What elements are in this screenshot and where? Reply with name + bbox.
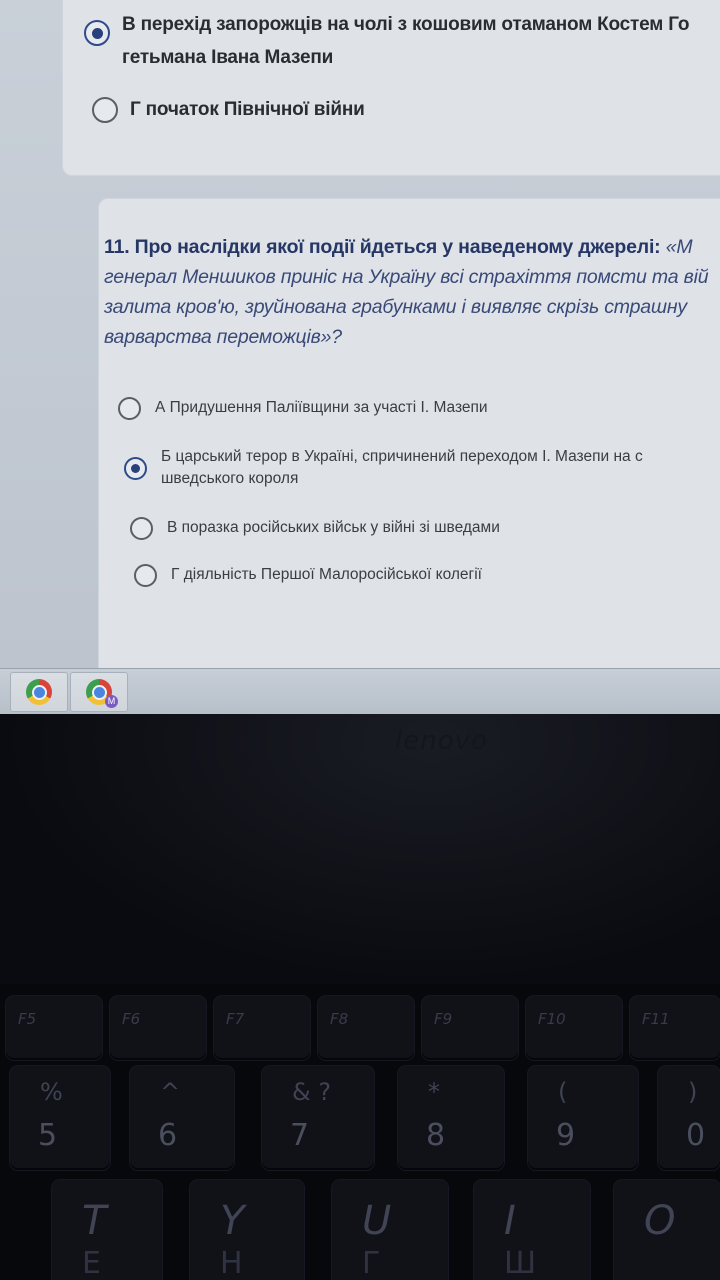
key-f10: F10 (526, 996, 622, 1060)
key-t: TЕ (52, 1180, 162, 1280)
key-7: & ? 7 (262, 1066, 374, 1170)
q11-option-b[interactable]: Б царський терор в Україні, спричинений … (124, 446, 720, 490)
key-o: O (614, 1180, 720, 1280)
key-f11: F11 (630, 996, 720, 1060)
radio-empty-icon[interactable] (134, 564, 157, 587)
key-0: ) 0 (658, 1066, 720, 1170)
radio-selected-icon[interactable] (124, 457, 147, 480)
key-u: UГ (332, 1180, 448, 1280)
key-6: ^ 6 (130, 1066, 234, 1170)
prev-option-g-label: Г початок Північної війни (130, 99, 365, 120)
key-9: (9 (528, 1066, 638, 1170)
q11-option-a[interactable]: А Придушення Паліївщини за участі І. Маз… (118, 397, 488, 420)
question-11-text: 11. Про наслідки якої події йдеться у на… (104, 232, 720, 352)
key-f7: F7 (214, 996, 310, 1060)
key-8: * 8 (398, 1066, 504, 1170)
prev-option-v[interactable]: В перехід запорожців на чолі з кошовим о… (84, 8, 720, 74)
chrome-icon (26, 679, 52, 705)
key-y: YН (190, 1180, 304, 1280)
question-11-quote-start: «М (665, 236, 693, 258)
taskbar-chrome-button[interactable] (10, 672, 68, 712)
key-f5: F5 (6, 996, 102, 1060)
laptop-bezel (0, 714, 720, 984)
key-f6: F6 (110, 996, 206, 1060)
radio-empty-icon[interactable] (118, 397, 141, 420)
prev-option-v-label: В перехід запорожців на чолі з кошовим о… (122, 14, 690, 35)
question-11-lead: 11. Про наслідки якої події йдеться у на… (104, 236, 661, 258)
q11-option-v[interactable]: В поразка російських військ у війні зі ш… (130, 517, 500, 540)
q11-option-g-label: Г діяльність Першої Малоросійської колег… (171, 566, 482, 583)
browser-screen: В перехід запорожців на чолі з кошовим о… (0, 0, 720, 668)
key-f9: F9 (422, 996, 518, 1060)
radio-selected-icon[interactable] (84, 20, 110, 46)
laptop-brand-logo: lenovo (395, 726, 488, 756)
profile-badge: M (105, 695, 118, 708)
question-11-quote-line3: залита кров'ю, зруйнована грабунками і в… (104, 296, 687, 318)
question-11-quote-line2: генерал Меншиков приніс на Україну всі с… (104, 266, 709, 288)
radio-empty-icon[interactable] (92, 97, 118, 123)
key-5: % 5 (10, 1066, 110, 1170)
q11-option-v-label: В поразка російських військ у війні зі ш… (167, 519, 500, 536)
key-i: IШ (474, 1180, 590, 1280)
q11-option-g[interactable]: Г діяльність Першої Малоросійської колег… (134, 564, 482, 587)
question-11-quote-line4: варварства переможців»? (104, 326, 342, 348)
q11-option-b-label-line2: шведського короля (161, 470, 299, 487)
radio-empty-icon[interactable] (130, 517, 153, 540)
q11-option-b-label: Б царський терор в Україні, спричинений … (161, 448, 643, 465)
taskbar: M (0, 668, 720, 714)
taskbar-chrome-profile-button[interactable]: M (70, 672, 128, 712)
prev-option-v-label-line2: гетьмана Івана Мазепи (122, 47, 334, 68)
prev-option-g[interactable]: Г початок Північної війни (92, 93, 365, 126)
q11-option-a-label: А Придушення Паліївщини за участі І. Маз… (155, 399, 488, 416)
key-f8: F8 (318, 996, 414, 1060)
